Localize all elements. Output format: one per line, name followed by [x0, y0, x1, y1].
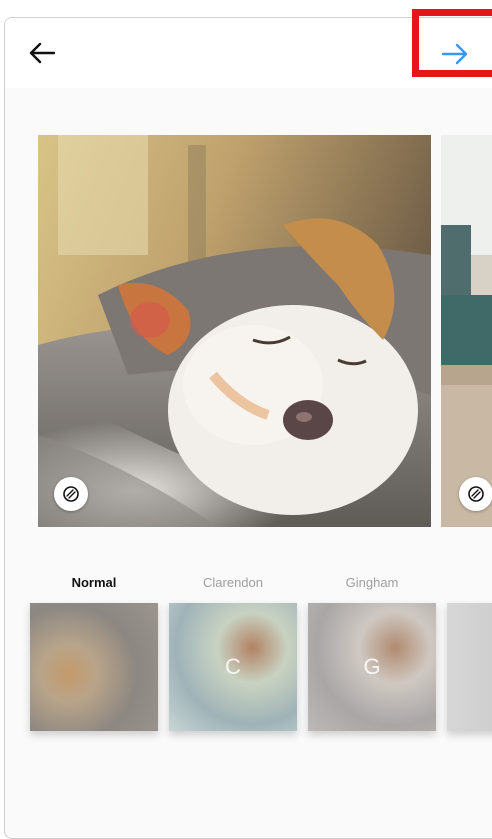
top-bar	[5, 18, 492, 88]
filter-thumbnail[interactable]: C	[169, 603, 297, 731]
next-button[interactable]	[425, 32, 485, 76]
filter-clarendon[interactable]: Clarendon C	[169, 575, 297, 731]
photo-preview-next[interactable]	[441, 135, 492, 527]
filter-letter	[447, 603, 492, 731]
filter-gingham[interactable]: Gingham G	[308, 575, 436, 731]
room-photo	[441, 135, 492, 527]
filter-label: Gingham	[345, 575, 399, 590]
filter-label: Clarendon	[203, 575, 263, 590]
arrow-left-icon	[29, 42, 55, 64]
adjust-icon	[468, 486, 484, 502]
adjust-icon	[63, 486, 79, 502]
filter-next[interactable]	[447, 575, 492, 731]
filter-label	[447, 575, 492, 601]
dog-photo	[38, 135, 431, 527]
photo-carousel[interactable]	[0, 135, 492, 530]
filter-letter: G	[363, 654, 381, 679]
filter-normal[interactable]: Normal	[30, 575, 158, 731]
filter-thumbnail[interactable]	[30, 603, 158, 731]
edit-photo-button[interactable]	[459, 477, 492, 511]
photo-preview[interactable]	[38, 135, 431, 527]
edit-photo-button[interactable]	[54, 477, 88, 511]
filter-strip[interactable]: Normal Clarendon C Gingham G	[0, 575, 492, 745]
filter-thumbnail[interactable]	[447, 603, 492, 731]
back-button[interactable]	[25, 36, 59, 70]
filter-letter	[30, 603, 158, 731]
filter-letter: C	[225, 654, 241, 679]
filter-label: Normal	[71, 575, 117, 590]
arrow-right-icon	[441, 43, 468, 65]
filter-thumbnail[interactable]: G	[308, 603, 436, 731]
